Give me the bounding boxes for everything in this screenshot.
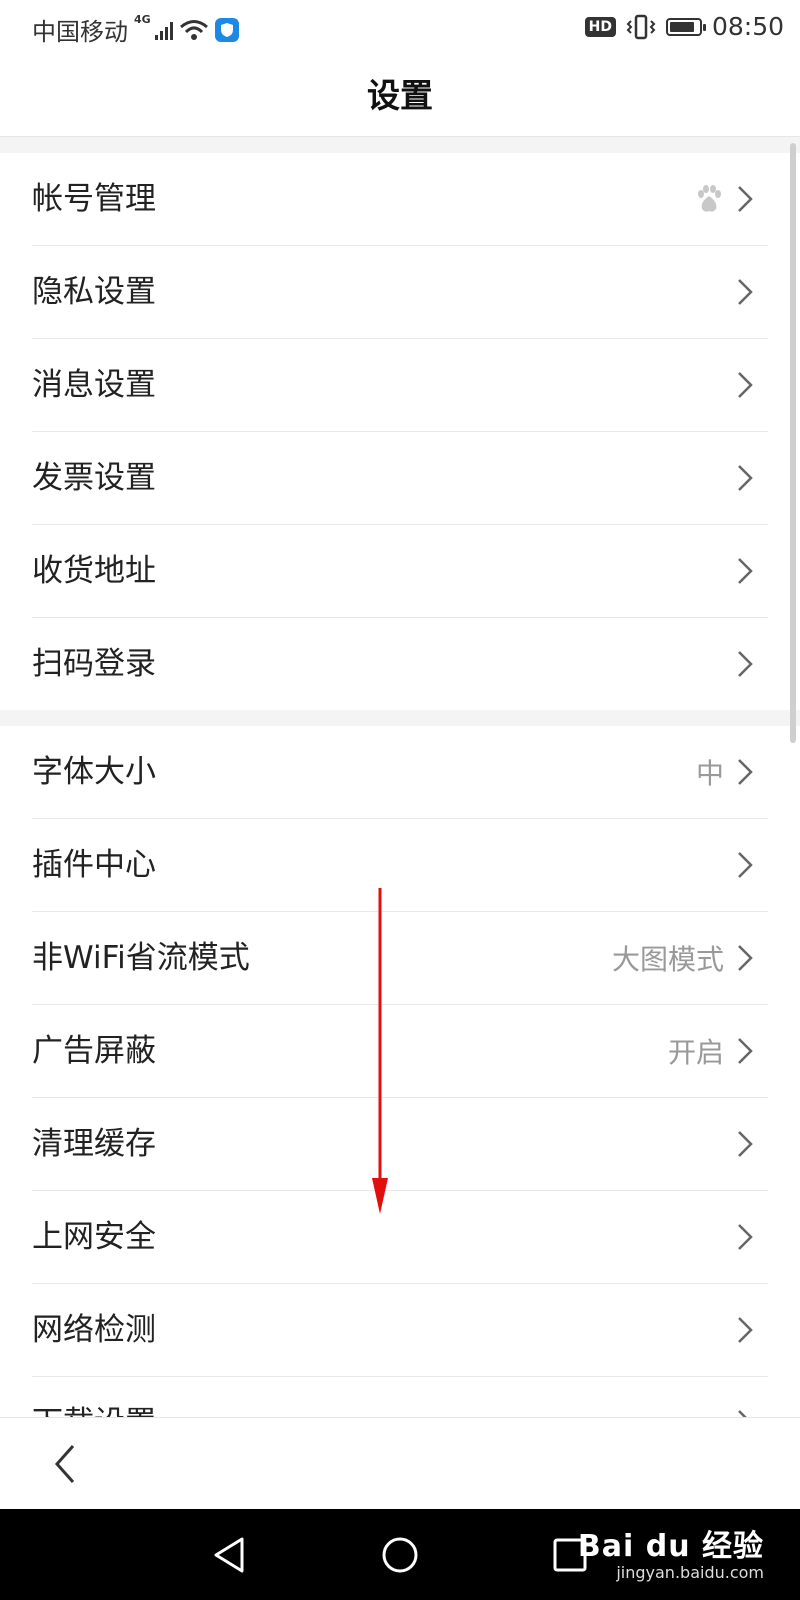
chevron-right-icon <box>738 759 753 785</box>
setting-label: 帐号管理 <box>32 181 156 217</box>
setting-privacy[interactable]: 隐私设置 <box>32 246 768 339</box>
setting-label: 插件中心 <box>32 847 156 883</box>
network-type: 4G <box>134 13 151 26</box>
baidu-jingyan-watermark: Bai du 经验 jingyan.baidu.com <box>578 1521 764 1582</box>
baidu-paw-icon <box>698 185 721 212</box>
setting-scan-login[interactable]: 扫码登录 <box>32 618 768 710</box>
setting-download[interactable]: 下载设置 <box>32 1377 768 1417</box>
setting-account-management[interactable]: 帐号管理 <box>32 153 768 246</box>
chevron-right-icon <box>738 852 753 878</box>
battery-icon <box>665 17 706 36</box>
carrier-name: 中国移动 <box>32 18 128 46</box>
setting-label: 广告屏蔽 <box>32 1033 156 1069</box>
title-bar: 设置 <box>0 56 800 137</box>
setting-label: 字体大小 <box>32 754 156 790</box>
setting-network-check[interactable]: 网络检测 <box>32 1284 768 1377</box>
setting-label: 下载设置 <box>32 1377 156 1417</box>
setting-plugin-center[interactable]: 插件中心 <box>32 819 768 912</box>
setting-value: 开启 <box>667 1036 724 1069</box>
chevron-right-icon <box>738 279 753 305</box>
scroll-down-arrow-annotation <box>372 888 388 1214</box>
setting-label: 发票设置 <box>32 460 156 496</box>
triangle-back-icon <box>214 1537 244 1573</box>
chevron-right-icon <box>738 372 753 398</box>
chevron-right-icon <box>738 651 753 677</box>
chevron-right-icon <box>738 1038 753 1064</box>
setting-value: 中 <box>695 757 724 790</box>
chevron-right-icon <box>738 1224 753 1250</box>
circle-home-icon <box>382 1537 418 1573</box>
setting-label: 扫码登录 <box>32 646 156 682</box>
setting-clear-cache[interactable]: 清理缓存 <box>32 1098 768 1191</box>
bottom-toolbar <box>0 1417 800 1510</box>
chevron-right-icon <box>738 1410 747 1417</box>
system-nav-bar: Bai du 经验 jingyan.baidu.com <box>0 1509 800 1600</box>
settings-list[interactable]: 帐号管理 隐私设置 消息设置 发票设置 收货地址 扫码登录 字体大小 中 插件中… <box>0 137 800 1417</box>
settings-group-account: 帐号管理 隐私设置 消息设置 发票设置 收货地址 扫码登录 <box>0 153 800 710</box>
wifi-icon <box>179 19 208 40</box>
settings-group-general: 字体大小 中 插件中心 非WiFi省流模式 大图模式 广告屏蔽 开启 清理缓存 … <box>0 726 800 1417</box>
nav-back-button[interactable] <box>204 1529 256 1581</box>
chevron-right-icon <box>738 1317 753 1343</box>
watermark-url: jingyan.baidu.com <box>616 1563 764 1582</box>
setting-label: 隐私设置 <box>32 274 156 310</box>
signal-icon <box>154 20 173 40</box>
status-bar: 中国移动 4G HD 08:50 <box>0 0 800 56</box>
setting-data-saver[interactable]: 非WiFi省流模式 大图模式 <box>32 912 768 1005</box>
back-button[interactable] <box>40 1438 90 1490</box>
setting-font-size[interactable]: 字体大小 中 <box>32 726 768 819</box>
hd-badge: HD <box>584 16 616 37</box>
nav-home-button[interactable] <box>374 1529 426 1581</box>
scrollbar[interactable] <box>790 143 796 743</box>
chevron-right-icon <box>738 558 753 584</box>
page-title: 设置 <box>367 76 433 115</box>
chevron-right-icon <box>738 465 753 491</box>
setting-label: 消息设置 <box>32 367 156 403</box>
vibrate-icon <box>626 14 656 39</box>
setting-label: 清理缓存 <box>32 1126 156 1162</box>
setting-shipping-address[interactable]: 收货地址 <box>32 525 768 618</box>
setting-value: 大图模式 <box>611 943 724 976</box>
setting-label: 上网安全 <box>32 1219 156 1255</box>
setting-ad-block[interactable]: 广告屏蔽 开启 <box>32 1005 768 1098</box>
setting-label: 收货地址 <box>32 553 156 589</box>
setting-web-security[interactable]: 上网安全 <box>32 1191 768 1284</box>
setting-invoice[interactable]: 发票设置 <box>32 432 768 525</box>
chevron-right-icon <box>738 186 753 212</box>
security-shield-icon <box>214 17 239 42</box>
setting-label: 网络检测 <box>32 1312 156 1348</box>
chevron-right-icon <box>738 1131 753 1157</box>
setting-label: 非WiFi省流模式 <box>32 940 250 976</box>
setting-messages[interactable]: 消息设置 <box>32 339 768 432</box>
clock-time: 08:50 <box>711 12 784 41</box>
watermark-logo-text: Bai du 经验 <box>577 1529 764 1564</box>
chevron-left-icon <box>54 1445 75 1483</box>
chevron-right-icon <box>738 945 753 971</box>
